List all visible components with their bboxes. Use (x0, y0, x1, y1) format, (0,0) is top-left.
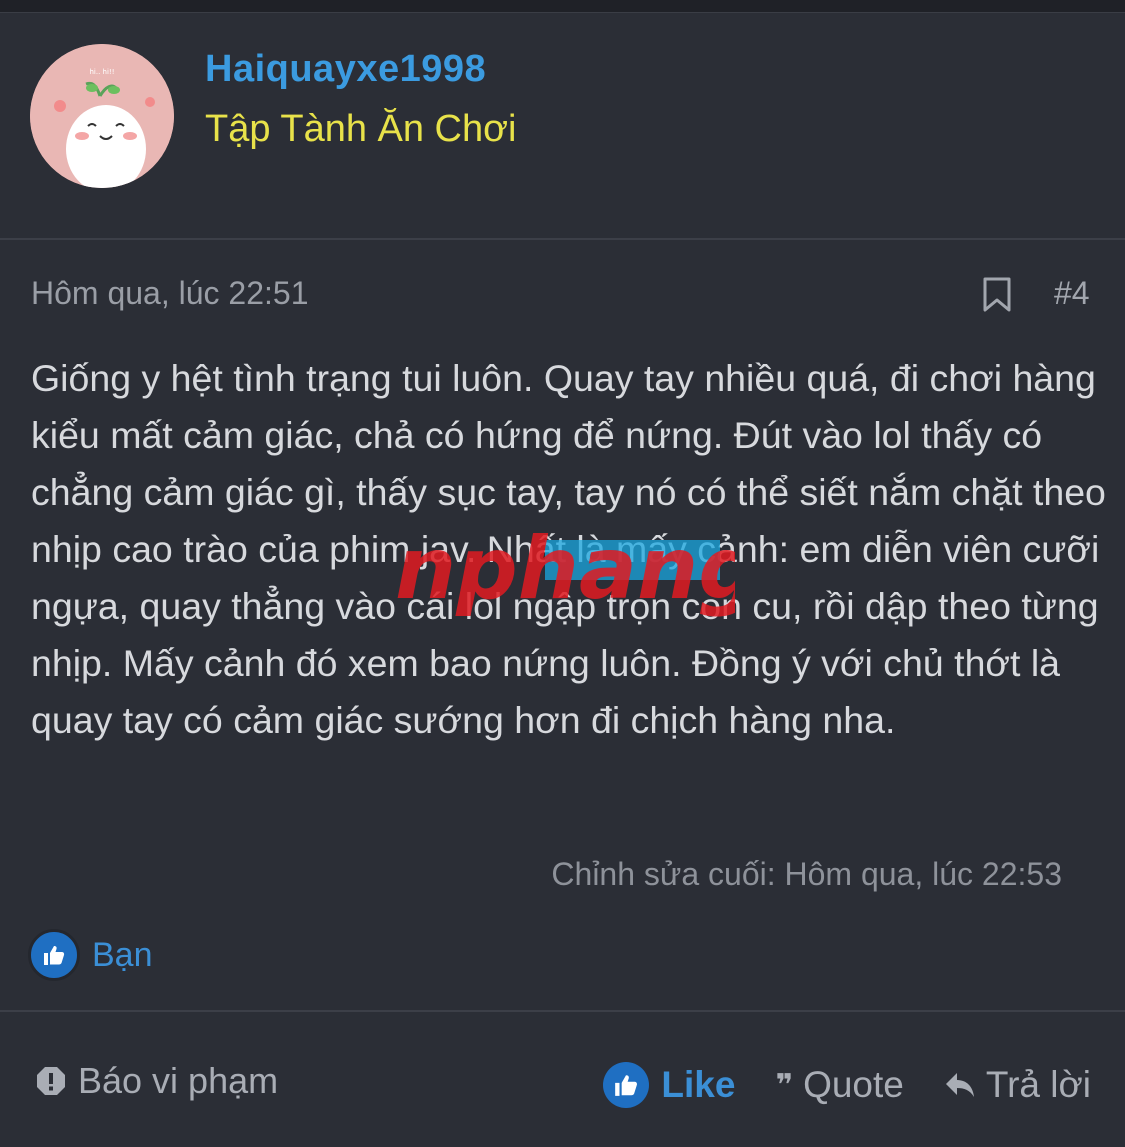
reply-label: Trả lời (985, 1064, 1091, 1105)
reply-icon (945, 1073, 974, 1097)
svg-text:nphang: nphang (395, 520, 735, 619)
post-number[interactable]: #4 (1054, 275, 1090, 312)
quote-icon: ❞ (775, 1068, 793, 1102)
like-button[interactable]: Like (603, 1062, 735, 1108)
report-button[interactable]: Báo vi phạm (36, 1060, 278, 1102)
avatar[interactable]: hi.. hi!! (30, 44, 174, 188)
thumbs-up-icon (28, 929, 80, 981)
reply-button[interactable]: Trả lời (944, 1064, 1091, 1106)
divider (0, 238, 1125, 240)
quote-button[interactable]: ❞ Quote (775, 1064, 903, 1106)
post-date[interactable]: Hôm qua, lúc 22:51 (31, 275, 309, 312)
post-actions: Like ❞ Quote Trả lời (603, 1062, 1091, 1108)
report-label: Báo vi phạm (78, 1060, 279, 1101)
thumbs-up-icon (603, 1062, 650, 1108)
like-label: Like (661, 1064, 736, 1105)
avatar-image: hi.. hi!! (30, 44, 174, 188)
user-title: Tập Tành Ăn Chơi (205, 108, 517, 150)
post-header: hi.. hi!! Haiquayxe1998 Tập Tành Ăn Chơi (0, 12, 1125, 238)
watermark-logo: nphang (395, 519, 760, 625)
edited-note: Chỉnh sửa cuối: Hôm qua, lúc 22:53 (551, 856, 1062, 892)
reaction-summary[interactable]: Bạn (28, 928, 153, 982)
alert-icon (37, 1067, 65, 1095)
divider (0, 1010, 1125, 1012)
svg-text:hi.. hi!!: hi.. hi!! (89, 68, 114, 76)
bookmark-icon[interactable] (982, 277, 1012, 318)
quote-label: Quote (803, 1064, 904, 1105)
reaction-user-label[interactable]: Bạn (92, 936, 153, 975)
username[interactable]: Haiquayxe1998 (205, 48, 486, 91)
